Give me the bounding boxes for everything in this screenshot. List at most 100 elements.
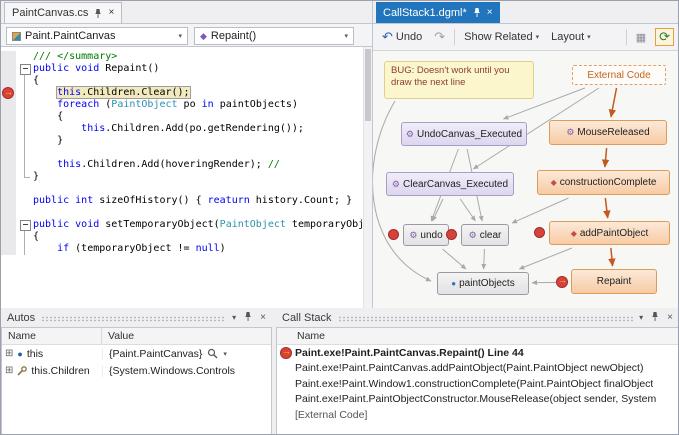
graph-node-constructionComplete[interactable]: ◆constructionComplete (537, 170, 670, 195)
breakpoint-margin[interactable] (1, 207, 16, 219)
column-header-name[interactable]: Name (2, 328, 102, 344)
code-line[interactable]: public void setTemporaryObject(PaintObje… (1, 219, 372, 231)
window-menu-icon[interactable]: ▾ (639, 313, 643, 322)
column-header-name[interactable]: Name (277, 328, 678, 344)
type-dropdown[interactable]: Paint.PaintCanvas ▾ (6, 27, 188, 45)
breakpoint-margin[interactable] (1, 159, 16, 171)
graph-node-addPaintObject[interactable]: ◆addPaintObject (549, 221, 670, 245)
window-menu-icon[interactable]: ▾ (232, 313, 236, 322)
close-icon[interactable]: × (487, 8, 493, 18)
code-line[interactable]: } (1, 135, 372, 147)
undo-label: Undo (396, 31, 422, 43)
breakpoint-margin[interactable] (1, 147, 16, 159)
expand-icon[interactable]: ⊞ (5, 349, 13, 359)
editor-navigation-bar: Paint.PaintCanvas ▾ ◆ Repaint() ▾ (1, 23, 372, 47)
current-frame-icon (556, 276, 568, 288)
stack-frame-row[interactable]: Paint.exe!Paint.PaintObjectConstructor.M… (277, 392, 678, 408)
breakpoint-margin[interactable] (1, 243, 16, 255)
breakpoint-margin[interactable] (1, 111, 16, 123)
breakpoint-margin[interactable] (1, 87, 16, 99)
collapse-toggle-icon[interactable] (16, 219, 33, 231)
editor-vertical-scrollbar[interactable] (363, 47, 372, 308)
close-icon[interactable]: × (667, 312, 673, 323)
scrollbar-thumb[interactable] (365, 49, 371, 121)
stack-frame-row[interactable]: Paint.exe!Paint.PaintCanvas.Repaint() Li… (277, 345, 678, 361)
close-icon[interactable]: × (108, 8, 114, 18)
undo-button[interactable]: ↶ Undo (379, 29, 425, 45)
layout-dropdown[interactable]: Layout ▾ (548, 29, 594, 45)
pin-icon[interactable] (244, 311, 252, 325)
graph-node-external[interactable]: External Code (572, 65, 666, 85)
type-dropdown-value: Paint.PaintCanvas (25, 30, 116, 42)
callstack-header: Name (277, 328, 678, 345)
code-text: this.Children.Clear(); (33, 87, 190, 99)
graph-node-undoCanvas[interactable]: ⚙UndoCanvas_Executed (401, 122, 527, 146)
pin-icon[interactable] (94, 8, 102, 19)
stack-frame-row[interactable]: [External Code] (277, 407, 678, 423)
fold-margin (16, 111, 33, 123)
graph-node-mouseReleased[interactable]: ⚙MouseReleased (549, 120, 667, 145)
code-line[interactable]: this.Children.Add(po.getRendering()); (1, 123, 372, 135)
breakpoint-margin[interactable] (1, 195, 16, 207)
code-line[interactable]: public int sizeOfHistory() { reaturn his… (1, 195, 372, 207)
graph-node-label: undo (420, 230, 442, 241)
graph-node-undo[interactable]: ⚙undo (403, 224, 449, 246)
code-text: { (33, 111, 63, 123)
code-line[interactable] (1, 147, 372, 159)
breakpoint-margin[interactable] (1, 123, 16, 135)
collapse-toggle-icon[interactable] (16, 63, 33, 75)
redo-button[interactable]: ↷ (431, 30, 448, 44)
graph-node-paintObjects[interactable]: ●paintObjects (437, 272, 529, 295)
code-line[interactable]: } (1, 171, 372, 183)
breakpoint-margin[interactable] (1, 135, 16, 147)
breakpoint-margin[interactable] (1, 219, 16, 231)
stack-frame-row[interactable]: Paint.exe!Paint.PaintCanvas.addPaintObje… (277, 361, 678, 377)
drag-grip[interactable] (338, 316, 634, 322)
code-line[interactable]: this.Children.Clear(); (1, 87, 372, 99)
breakpoint-margin[interactable] (1, 183, 16, 195)
expand-icon[interactable]: ⊞ (5, 366, 13, 376)
graph-canvas[interactable]: BUG: Doesn't work until you draw the nex… (373, 51, 679, 308)
close-icon[interactable]: × (260, 312, 266, 323)
show-related-dropdown[interactable]: Show Related ▾ (461, 29, 542, 45)
code-line[interactable]: /// </summary> (1, 51, 372, 63)
pin-icon[interactable] (651, 311, 659, 325)
code-editor[interactable]: /// </summary>public void Repaint(){ thi… (1, 47, 372, 308)
column-header-value[interactable]: Value (102, 328, 271, 344)
tab-paintcanvas[interactable]: PaintCanvas.cs × (4, 2, 122, 23)
watch-row[interactable]: ⊞●this{Paint.PaintCanvas}▾ (2, 345, 271, 362)
breakpoint-margin[interactable] (1, 75, 16, 87)
drag-grip[interactable] (41, 316, 226, 322)
code-line[interactable]: this.Children.Add(hoveringRender); // (1, 159, 372, 171)
breakpoint-margin[interactable] (1, 63, 16, 75)
fit-to-screen-button[interactable]: ▦ (633, 29, 649, 46)
code-line[interactable] (1, 183, 372, 195)
code-text: { (33, 231, 39, 243)
breakpoint-margin[interactable] (1, 171, 16, 183)
graph-node-clear[interactable]: ⚙clear (461, 224, 509, 246)
graph-node-note[interactable]: BUG: Doesn't work until you draw the nex… (384, 61, 534, 99)
member-dropdown[interactable]: ◆ Repaint() ▾ (194, 27, 354, 45)
watch-row[interactable]: ⊞this.Children{System.Windows.Controls (2, 362, 271, 379)
magnifier-icon[interactable] (207, 348, 218, 359)
breakpoint-margin[interactable] (1, 99, 16, 111)
autos-title-bar[interactable]: Autos ▾ × (1, 308, 272, 327)
stack-frame-row[interactable]: Paint.exe!Paint.Window1.constructionComp… (277, 376, 678, 392)
graph-node-repaint[interactable]: Repaint (571, 269, 657, 294)
chevron-down-icon[interactable]: ▾ (223, 350, 227, 358)
code-line[interactable]: { (1, 231, 372, 243)
auto-layout-button[interactable]: ⟳ (655, 28, 674, 46)
code-line[interactable]: public void Repaint() (1, 63, 372, 75)
graph-node-clearCanvas[interactable]: ⚙ClearCanvas_Executed (386, 172, 514, 196)
tab-callstack-dgml[interactable]: CallStack1.dgml* × (376, 2, 500, 23)
breakpoint-margin[interactable] (1, 51, 16, 63)
callstack-title-bar[interactable]: Call Stack ▾ × (276, 308, 679, 327)
sync-icon: ⟳ (659, 29, 670, 45)
breakpoint-margin[interactable] (1, 231, 16, 243)
code-line[interactable]: if (temporaryObject != null) (1, 243, 372, 255)
code-line[interactable]: { (1, 111, 372, 123)
code-line[interactable]: foreach (PaintObject po in paintObjects) (1, 99, 372, 111)
code-line[interactable] (1, 207, 372, 219)
code-line[interactable]: { (1, 75, 372, 87)
pin-icon[interactable] (473, 7, 481, 18)
